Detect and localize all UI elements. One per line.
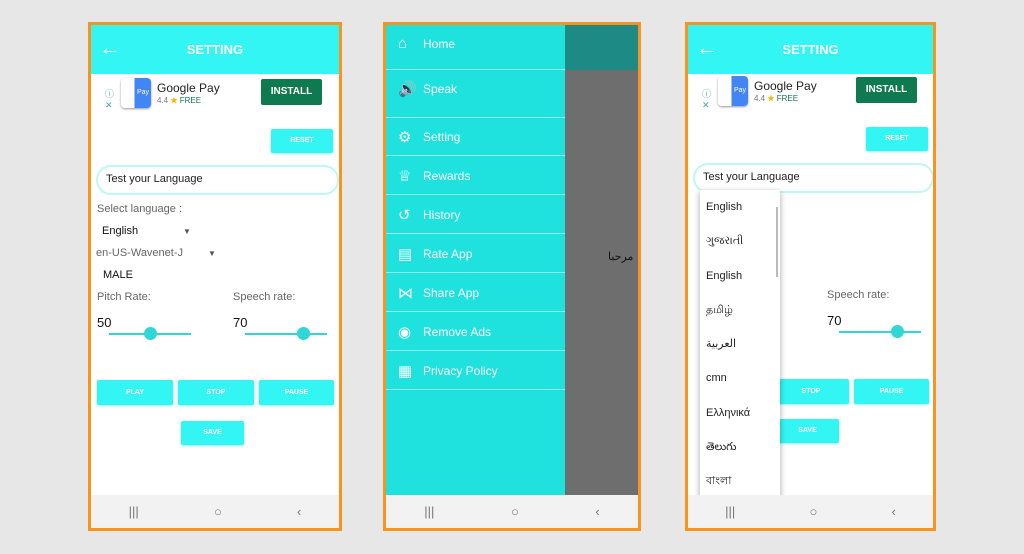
pause-button[interactable]: PAUSE xyxy=(854,379,929,404)
dropdown-option[interactable]: cmn xyxy=(700,361,780,395)
slider-thumb[interactable] xyxy=(891,325,904,338)
remove-ads-icon: ◉ xyxy=(398,324,412,341)
speech-rate-label: Speech rate: xyxy=(233,291,296,303)
dropdown-scrollbar[interactable] xyxy=(776,207,778,277)
recents-icon[interactable]: ||| xyxy=(424,504,434,519)
language-dropdown-list[interactable]: English ગુજરાતી English தமிழ் العربية cmn Ελλη… xyxy=(700,190,780,500)
menu-item-rate-app[interactable]: ▤ Rate App xyxy=(386,235,565,273)
home-icon[interactable]: ○ xyxy=(511,504,519,519)
share-app-icon: ⋈ xyxy=(398,285,413,302)
reset-button[interactable]: RESET xyxy=(271,129,333,153)
settings-screen: ← SETTING ⓘ ✕ Pay Google Pay 4.4 ★ FREE I… xyxy=(88,22,342,531)
ad-title: Google Pay xyxy=(754,79,817,93)
menu-item-home[interactable]: ⌂ Home xyxy=(386,25,565,70)
pitch-value: 50 xyxy=(97,315,112,330)
menu-item-label: Share App xyxy=(423,286,480,300)
drawer-screen: مرحبا ⌂ Home 🔊 Speak ⚙ Setting ♕ Rewards ↺ Histor… xyxy=(383,22,641,531)
back-icon[interactable]: ‹ xyxy=(297,504,301,519)
dropdown-option[interactable]: العربية xyxy=(700,327,780,361)
home-icon[interactable]: ○ xyxy=(809,504,817,519)
menu-item-rewards[interactable]: ♕ Rewards xyxy=(386,157,565,195)
system-nav-bar: ||| ○ ‹ xyxy=(91,495,339,528)
google-pay-logo: Pay xyxy=(121,78,151,108)
menu-item-remove-ads[interactable]: ◉ Remove Ads xyxy=(386,313,565,351)
setting-icon: ⚙ xyxy=(398,129,412,146)
speech-rate-label: Speech rate: xyxy=(827,289,890,301)
select-language-label: Select language : xyxy=(97,203,183,215)
speech-value: 70 xyxy=(233,315,248,330)
speak-icon: 🔊 xyxy=(398,81,417,98)
app-header: ← SETTING xyxy=(688,25,933,74)
install-button[interactable]: INSTALL xyxy=(856,77,917,103)
page-title: SETTING xyxy=(186,42,244,57)
system-nav-bar: ||| ○ ‹ xyxy=(386,495,638,528)
privacy-policy-icon: ▦ xyxy=(398,363,413,380)
menu-item-label: History xyxy=(423,208,461,222)
language-select[interactable]: English xyxy=(102,225,138,237)
gender-value: MALE xyxy=(103,269,133,281)
dropdown-option[interactable]: தமிழ் xyxy=(700,293,780,327)
menu-item-label: Remove Ads xyxy=(423,325,492,339)
pitch-rate-label: Pitch Rate: xyxy=(97,291,151,303)
rewards-icon: ♕ xyxy=(398,168,412,185)
menu-item-label: Speak xyxy=(423,82,458,96)
pause-button[interactable]: PAUSE xyxy=(259,380,334,405)
install-button[interactable]: INSTALL xyxy=(261,79,322,105)
test-language-input[interactable]: Test your Language xyxy=(693,163,933,193)
stop-button[interactable]: STOP xyxy=(773,379,849,404)
slider-thumb[interactable] xyxy=(144,327,157,340)
dropdown-option[interactable]: ગુજરાતી xyxy=(700,224,780,258)
menu-item-share-app[interactable]: ⋈ Share App xyxy=(386,274,565,312)
dropdown-option[interactable]: English xyxy=(700,190,780,224)
ad-rating: 4.4 ★ FREE xyxy=(754,94,799,103)
settings-dropdown-screen: ← SETTING ⓘ ✕ Pay Google Pay 4.4 ★ FREE I… xyxy=(685,22,936,531)
chevron-down-icon[interactable]: ▼ xyxy=(183,227,191,236)
app-header: ← SETTING xyxy=(91,25,339,74)
system-nav-bar: ||| ○ ‹ xyxy=(688,495,933,528)
ad-rating: 4.4 ★ FREE xyxy=(157,96,202,105)
chevron-down-icon[interactable]: ▼ xyxy=(208,249,216,258)
speech-slider[interactable] xyxy=(245,327,327,340)
navigation-drawer: ⌂ Home 🔊 Speak ⚙ Setting ♕ Rewards ↺ History ▤ Rate… xyxy=(386,25,565,495)
menu-item-label: Privacy Policy xyxy=(423,364,498,378)
pitch-slider[interactable] xyxy=(109,327,191,340)
save-button[interactable]: SAVE xyxy=(776,419,839,443)
menu-item-label: Rewards xyxy=(423,169,471,183)
reset-button[interactable]: RESET xyxy=(866,127,928,151)
dropdown-option[interactable]: বাংলা xyxy=(700,464,780,498)
speech-value: 70 xyxy=(827,313,842,328)
back-icon[interactable]: ‹ xyxy=(892,504,896,519)
dropdown-option[interactable]: English xyxy=(700,259,780,293)
ad-info-icon[interactable]: ⓘ ✕ xyxy=(702,87,711,111)
back-icon[interactable]: ‹ xyxy=(595,504,599,519)
menu-item-speak[interactable]: 🔊 Speak xyxy=(386,70,565,118)
slider-thumb[interactable] xyxy=(297,327,310,340)
home-icon[interactable]: ○ xyxy=(214,504,222,519)
dropdown-option[interactable]: తెలుగు xyxy=(700,430,780,464)
menu-item-label: Rate App xyxy=(423,247,473,261)
menu-item-label: Setting xyxy=(423,130,461,144)
play-button[interactable]: PLAY xyxy=(97,380,173,405)
save-button[interactable]: SAVE xyxy=(181,421,244,445)
menu-item-privacy-policy[interactable]: ▦ Privacy Policy xyxy=(386,352,565,390)
dimmed-content-text: مرحبا xyxy=(608,251,634,263)
ad-title: Google Pay xyxy=(157,81,220,95)
speech-slider[interactable] xyxy=(839,325,921,338)
page-title: SETTING xyxy=(782,42,839,57)
home-icon: ⌂ xyxy=(398,35,408,52)
menu-item-label: Home xyxy=(423,37,456,51)
menu-item-setting[interactable]: ⚙ Setting xyxy=(386,118,565,156)
voice-select[interactable]: en-US-Wavenet-J xyxy=(96,247,183,259)
history-icon: ↺ xyxy=(398,207,411,224)
rate-app-icon: ▤ xyxy=(398,246,413,263)
test-language-input[interactable]: Test your Language xyxy=(96,165,339,195)
recents-icon[interactable]: ||| xyxy=(725,504,735,519)
stop-button[interactable]: STOP xyxy=(178,380,254,405)
dropdown-option[interactable]: Ελληνικά xyxy=(700,396,780,430)
ad-info-icon[interactable]: ⓘ ✕ xyxy=(105,87,114,111)
menu-item-history[interactable]: ↺ History xyxy=(386,196,565,234)
google-pay-logo: Pay xyxy=(718,76,748,106)
recents-icon[interactable]: ||| xyxy=(129,504,139,519)
